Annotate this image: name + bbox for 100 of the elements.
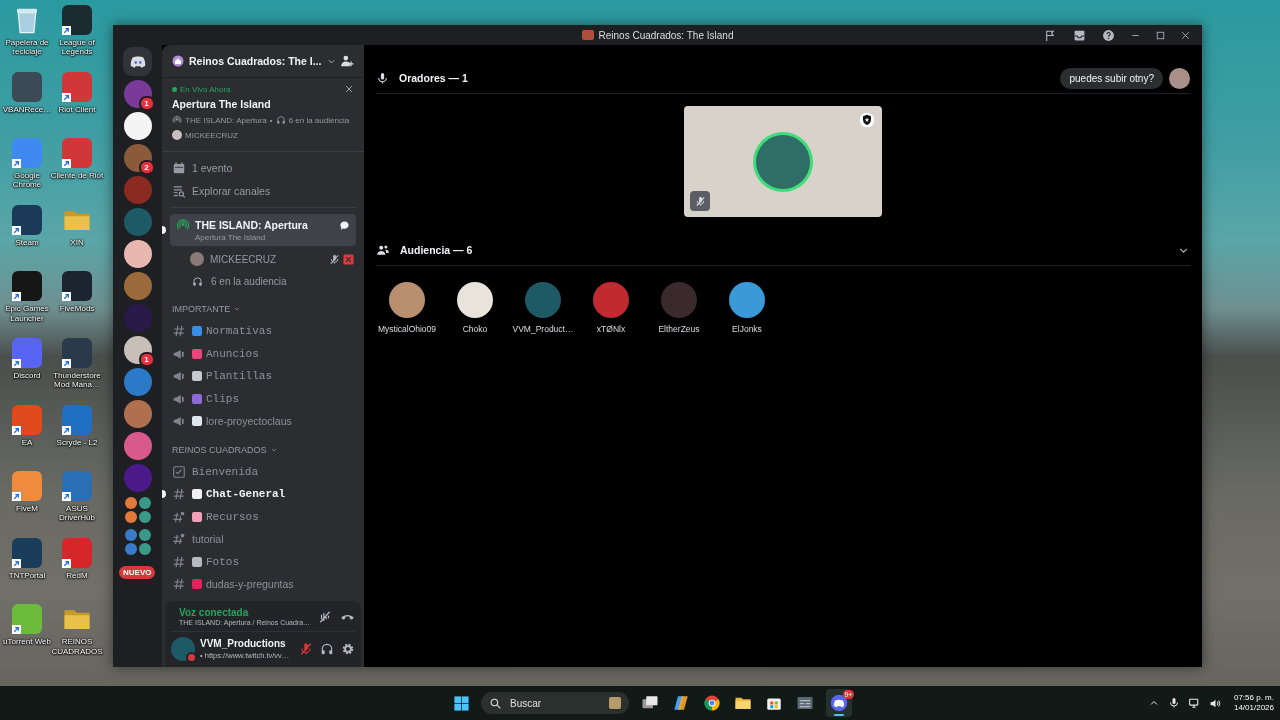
- member-name[interactable]: ElJonks: [732, 324, 762, 334]
- server-icon[interactable]: [123, 336, 152, 364]
- server-folder[interactable]: [123, 528, 152, 556]
- desktop-shortcut[interactable]: Thunderstore Mod Mana…: [52, 337, 102, 405]
- desktop-shortcut[interactable]: Riot Client: [52, 71, 102, 139]
- headphones-icon: [192, 275, 203, 287]
- event-channel: THE ISLAND: Apertura: [185, 115, 267, 125]
- close-icon[interactable]: [344, 84, 354, 94]
- sidebar-link[interactable]: Explorar canales: [170, 179, 356, 202]
- desktop-shortcut[interactable]: FiveM: [2, 471, 52, 538]
- live-status: En Vivo Ahora: [172, 84, 231, 94]
- list-search-icon: [172, 183, 186, 198]
- window-title: Reinos Cuadrados: The Island: [598, 29, 734, 41]
- desktop-shortcut[interactable]: uTorrent Web: [2, 604, 52, 671]
- stage-icon: [172, 115, 182, 125]
- member-name[interactable]: EltherZeus: [658, 324, 700, 334]
- desktop-shortcut[interactable]: ASUS DriverHub: [52, 471, 102, 538]
- desktop-shortcut[interactable]: XIN: [52, 204, 102, 272]
- channel-link[interactable]: Plantillas: [170, 365, 356, 388]
- desktop-shortcut[interactable]: League of Legends: [52, 5, 102, 72]
- flag-icon[interactable]: [1044, 28, 1057, 42]
- separator-dot: •: [269, 115, 273, 125]
- muted-mic-icon[interactable]: [299, 642, 313, 656]
- channel-name: THE ISLAND: Apertura: [195, 219, 309, 231]
- chrome-icon: [703, 694, 721, 712]
- server-header-button[interactable]: Reinos Cuadrados: The I...: [172, 55, 338, 67]
- audience-count: 6 en la audiencia: [288, 115, 350, 125]
- channel-link[interactable]: Chat-General: [170, 483, 356, 506]
- hash-icon: [172, 554, 186, 569]
- home-button[interactable]: [123, 47, 152, 76]
- event-title: Apertura The Island: [172, 98, 272, 110]
- desktop-shortcut[interactable]: VBANRece…: [2, 71, 52, 139]
- avatar: [171, 637, 195, 661]
- noise-suppression-icon[interactable]: [318, 609, 333, 624]
- active-indicator: [834, 714, 844, 716]
- avatar: [172, 130, 182, 140]
- people-icon: [376, 243, 390, 257]
- server-icon[interactable]: [123, 112, 152, 140]
- host-name: MICKEECRUZ: [185, 130, 238, 140]
- user-name: VVM_Productions: [200, 638, 287, 649]
- server-icon[interactable]: [123, 240, 152, 268]
- channel-link[interactable]: Fotos: [170, 550, 356, 573]
- checkbox-icon: [172, 464, 186, 479]
- stage-icon: [176, 218, 190, 232]
- desktop-shortcut[interactable]: RedM: [52, 537, 102, 605]
- clock-date: 14/01/2026: [1233, 703, 1274, 714]
- channel-link[interactable]: tutorial: [170, 528, 356, 551]
- hash-icon: [172, 324, 186, 339]
- network-icon[interactable]: [1187, 696, 1201, 710]
- voice-status: Voz conectada: [179, 607, 250, 618]
- add-member-icon[interactable]: [340, 54, 354, 68]
- channel-link[interactable]: Anuncios: [170, 342, 356, 365]
- voice-member[interactable]: MICKEECRUZ: [170, 248, 356, 270]
- desktop-shortcut[interactable]: Papelera de reciclaje: [2, 5, 52, 72]
- unread-indicator: [162, 490, 166, 499]
- hash-threads-icon: [172, 509, 186, 524]
- member-name[interactable]: Choko: [462, 324, 488, 334]
- channel-topic: Apertura The Island: [194, 233, 267, 242]
- copilot-icon: [672, 694, 690, 712]
- desktop-shortcut[interactable]: Scryde - L2: [52, 404, 102, 472]
- avatar: [1169, 67, 1190, 89]
- hash-icon: [172, 487, 186, 502]
- chat-bubble-icon[interactable]: [339, 219, 350, 231]
- megaphone-icon: [172, 414, 186, 429]
- hash-icon: [172, 577, 186, 592]
- channel-link[interactable]: Recursos: [170, 505, 356, 528]
- live-badge-icon: [343, 253, 354, 265]
- mixer-icon: [796, 694, 814, 712]
- sidebar-link[interactable]: 1 evento: [170, 156, 356, 179]
- desktop-shortcut[interactable]: TNTPortal: [2, 537, 52, 605]
- desktop-shortcut[interactable]: REINOS CUADRADOS: [52, 604, 102, 671]
- megaphone-icon: [172, 369, 186, 384]
- search-button[interactable]: Buscar: [481, 692, 629, 714]
- desktop-shortcut[interactable]: EA: [2, 404, 52, 472]
- clock-time: 07:56 p. m.: [1233, 692, 1274, 703]
- category-header[interactable]: REINOS CUADRADOS: [170, 438, 356, 461]
- calendar-icon: [172, 160, 186, 175]
- mic-icon[interactable]: [1167, 697, 1180, 709]
- server-folder[interactable]: [123, 496, 152, 524]
- channel-link[interactable]: dudas-y-preguntas: [170, 573, 356, 596]
- member-name[interactable]: MysticalOhio09: [377, 324, 437, 334]
- headphones-icon[interactable]: [320, 642, 334, 656]
- windows-start-icon[interactable]: [453, 694, 470, 712]
- channel-link[interactable]: Clips: [170, 387, 356, 410]
- channel-link[interactable]: Bienvenida: [170, 460, 356, 483]
- home-icon: [172, 55, 184, 67]
- desktop-shortcut[interactable]: Discord: [2, 337, 52, 405]
- category-header[interactable]: IMPORTANTE: [170, 298, 356, 320]
- channel-link[interactable]: Normativas: [170, 320, 356, 343]
- inbox-icon[interactable]: [1073, 28, 1086, 42]
- member-name[interactable]: VVM_Product…: [512, 324, 574, 334]
- help-icon[interactable]: [1102, 28, 1115, 42]
- avatar: [756, 134, 810, 189]
- mic-icon: [376, 71, 389, 85]
- channel-link[interactable]: lore-proyectoclaus: [170, 410, 356, 433]
- settings-icon[interactable]: [341, 642, 355, 656]
- member-name[interactable]: xTØNlx: [596, 324, 626, 334]
- desktop-shortcut[interactable]: FiveMods: [52, 271, 102, 338]
- desktop-shortcut[interactable]: Epic Games Launcher: [2, 271, 52, 338]
- avatar: [190, 252, 204, 266]
